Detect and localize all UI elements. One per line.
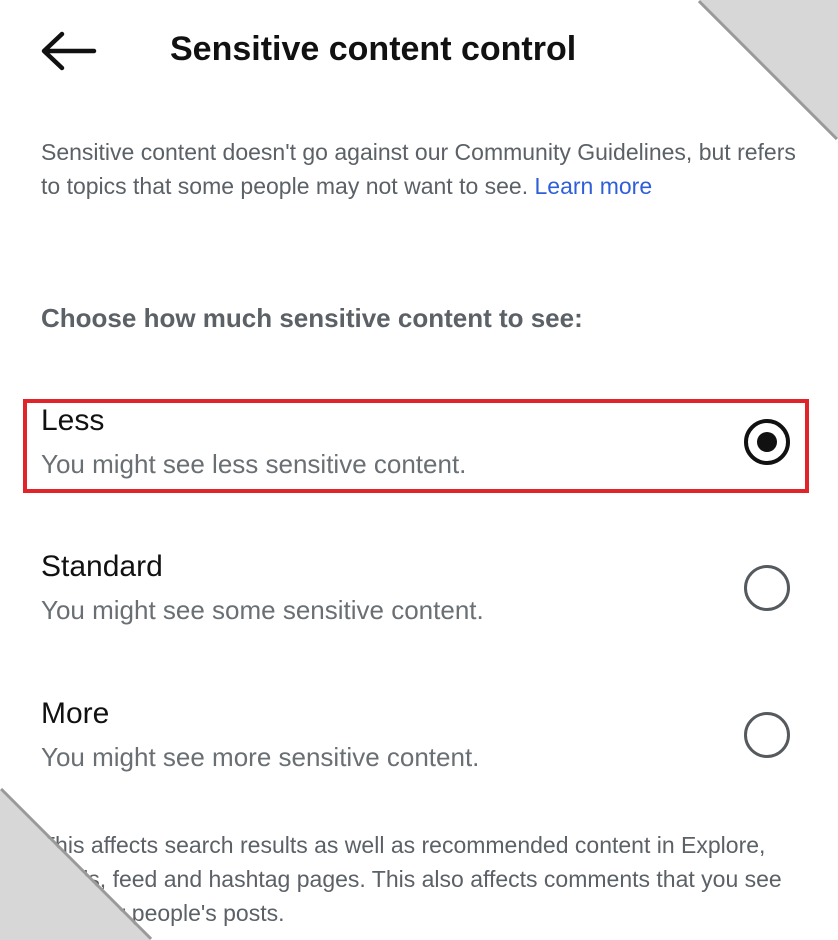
radio-more[interactable] — [744, 712, 790, 758]
back-button[interactable] — [36, 24, 100, 80]
option-label: More — [41, 697, 110, 730]
footer-note: This affects search results as well as r… — [41, 832, 782, 926]
option-more[interactable]: More You might see more sensitive conten… — [0, 697, 838, 807]
intro-body: Sensitive content doesn't go against our… — [41, 139, 796, 199]
option-label: Standard — [41, 550, 163, 583]
page-title: Sensitive content control — [170, 30, 577, 68]
intro-text: Sensitive content doesn't go against our… — [41, 135, 801, 203]
header: Sensitive content control — [0, 0, 838, 110]
arrow-left-icon — [41, 31, 97, 71]
option-description: You might see more sensitive content. — [41, 742, 480, 772]
option-description: You might see some sensitive content. — [41, 595, 484, 625]
radio-selected-dot — [757, 432, 777, 452]
radio-less[interactable] — [744, 419, 790, 465]
option-description: You might see less sensitive content. — [41, 449, 467, 479]
option-standard[interactable]: Standard You might see some sensitive co… — [0, 550, 838, 660]
learn-more-link[interactable]: Learn more — [535, 173, 653, 199]
sensitive-content-screen: Sensitive content control Sensitive cont… — [0, 0, 838, 940]
option-less[interactable]: Less You might see less sensitive conten… — [0, 404, 838, 514]
section-question: Choose how much sensitive content to see… — [41, 303, 583, 333]
radio-standard[interactable] — [744, 565, 790, 611]
option-label: Less — [41, 404, 105, 437]
